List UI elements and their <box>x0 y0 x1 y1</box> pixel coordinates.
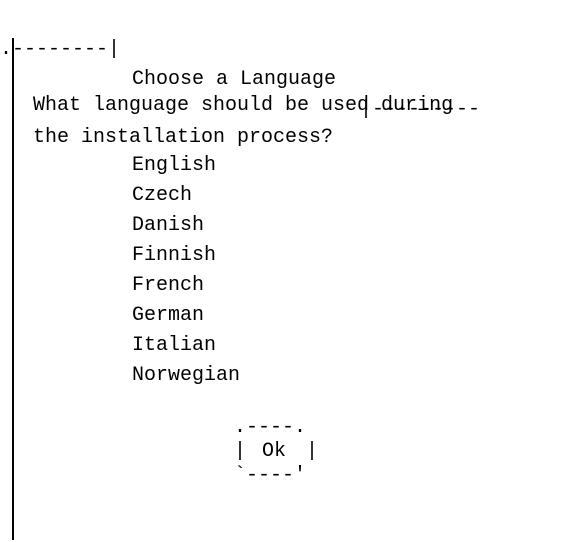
dialog-top-border: .--------| Choose a Language |--------- <box>0 5 480 121</box>
ok-button[interactable]: .----. | Ok | `----' <box>232 413 322 491</box>
ok-button-bottom-border: `----' <box>234 464 307 487</box>
language-dialog: .--------| Choose a Language |--------- … <box>0 0 570 542</box>
language-item-french[interactable]: French <box>132 271 204 301</box>
language-item-norwegian[interactable]: Norwegian <box>132 361 240 391</box>
language-item-english[interactable]: English <box>132 151 216 181</box>
dialog-left-border <box>12 38 14 540</box>
language-item-italian[interactable]: Italian <box>132 331 216 361</box>
border-corner: .--------| <box>0 38 121 61</box>
language-item-german[interactable]: German <box>132 301 204 331</box>
ok-button-right-border: | <box>306 440 319 463</box>
language-item-danish[interactable]: Danish <box>132 211 204 241</box>
language-item-finnish[interactable]: Finnish <box>132 241 216 271</box>
prompt-line-2: the installation process? <box>33 126 334 149</box>
language-item-czech[interactable]: Czech <box>132 181 192 211</box>
prompt-line-1: What language should be used during <box>33 94 454 117</box>
